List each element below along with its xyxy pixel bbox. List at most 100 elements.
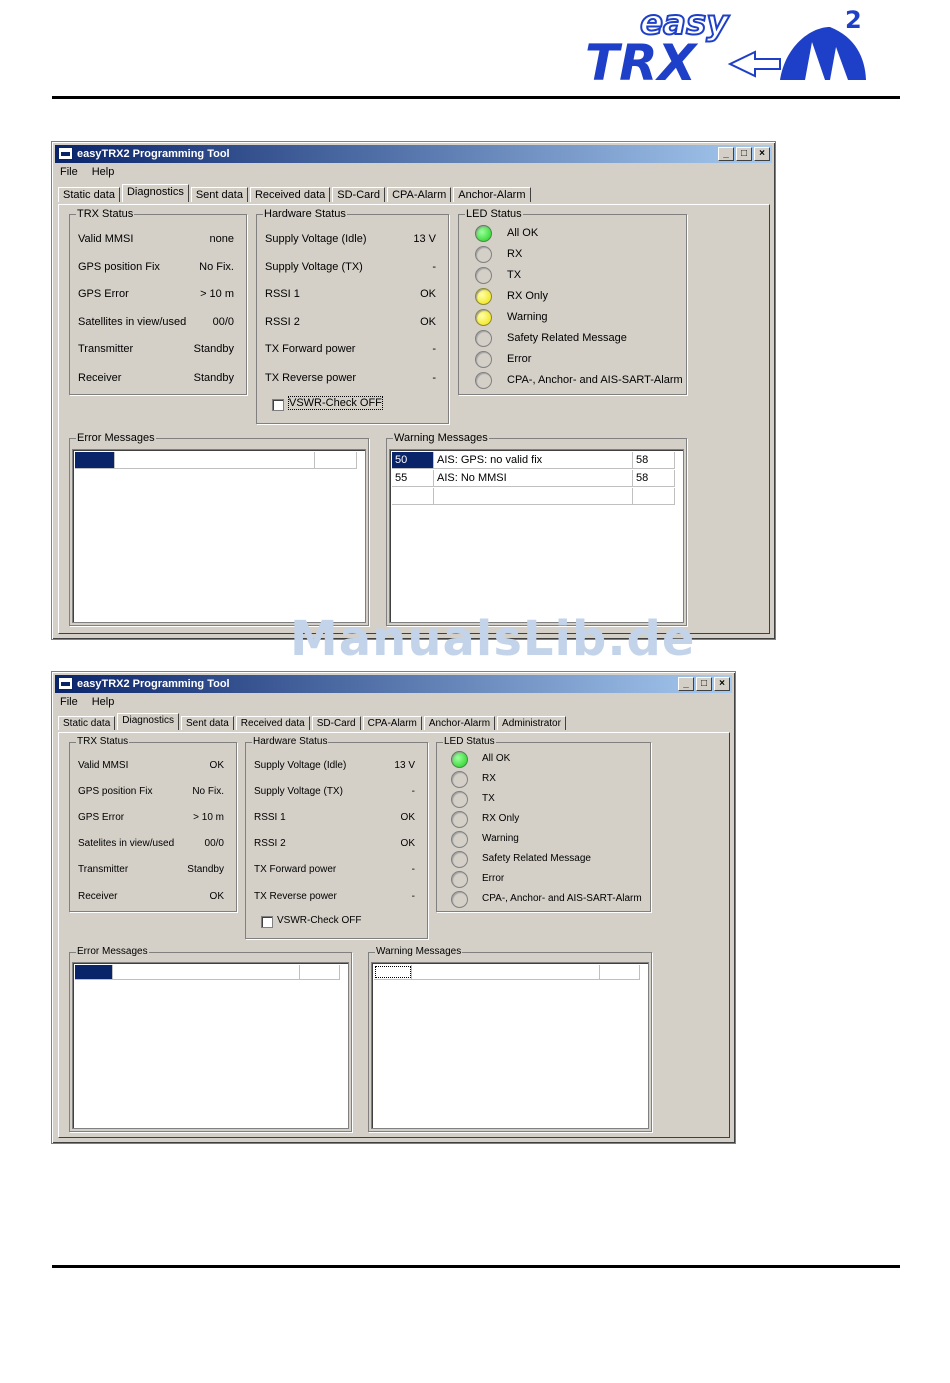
minimize-icon[interactable]: _: [678, 677, 694, 691]
list-item[interactable]: 55 AIS: No MMSI 58: [392, 470, 675, 487]
hw-row: RSSI 1 OK: [265, 288, 436, 300]
trx-label: Receiver: [78, 891, 118, 902]
error-messages-title: Error Messages: [76, 946, 149, 958]
hw-label: RSSI 1: [254, 812, 286, 823]
hw-label: RSSI 1: [265, 288, 300, 300]
tab-cpa-alarm[interactable]: CPA-Alarm: [362, 716, 422, 730]
close-icon[interactable]: ×: [714, 677, 730, 691]
tab-received-data[interactable]: Received data: [235, 716, 310, 730]
tab-anchor-alarm[interactable]: Anchor-Alarm: [423, 716, 496, 730]
error-messages-list[interactable]: [72, 962, 349, 1129]
hardware-status-group: Hardware Status Supply Voltage (Idle) 13 …: [245, 736, 428, 939]
hw-label: Supply Voltage (Idle): [265, 233, 367, 245]
led-warning-icon: [475, 309, 492, 326]
led-tx-icon: [451, 791, 468, 808]
watermark: ManualsLib.de: [290, 611, 696, 667]
hw-value: -: [432, 343, 436, 355]
list-item[interactable]: [374, 965, 640, 980]
trx-row: Satelites in view/used 00/0: [78, 838, 224, 849]
led-all-ok-icon: [475, 225, 492, 242]
tab-sent-data[interactable]: Sent data: [190, 187, 248, 202]
led-label: RX: [482, 773, 496, 784]
list-item[interactable]: 50 AIS: GPS: no valid fix 58: [392, 452, 675, 469]
tab-strip: Static data Diagnostics Sent data Receiv…: [58, 713, 568, 730]
tab-cpa-alarm[interactable]: CPA-Alarm: [387, 187, 452, 202]
tab-sent-data[interactable]: Sent data: [180, 716, 234, 730]
maximize-icon[interactable]: □: [696, 677, 712, 691]
app-icon: [58, 147, 73, 160]
vswr-check-label: VSWR-Check OFF: [277, 915, 362, 926]
trx-row: Valid MMSI OK: [78, 760, 224, 771]
led-label: Error: [507, 353, 532, 365]
warning-text: AIS: No MMSI: [434, 470, 633, 486]
trx-value: No Fix.: [192, 786, 224, 797]
close-icon[interactable]: ×: [754, 147, 770, 161]
trx-row: Transmitter Standby: [78, 343, 234, 355]
warning-num: 58: [633, 470, 675, 486]
hw-value: 13 V: [413, 233, 436, 245]
list-item[interactable]: [75, 965, 340, 980]
tab-diagnostics[interactable]: Diagnostics: [121, 184, 189, 202]
window-title-bar[interactable]: easyTRX2 Programming Tool _ □ ×: [55, 675, 732, 693]
list-item[interactable]: [392, 488, 675, 505]
hw-value: OK: [400, 838, 415, 849]
tab-static-data[interactable]: Static data: [58, 187, 120, 202]
app-icon: [58, 677, 73, 690]
tab-diagnostics[interactable]: Diagnostics: [117, 713, 179, 730]
led-tx-icon: [475, 267, 492, 284]
led-label: CPA-, Anchor- and AIS-SART-Alarm: [482, 893, 642, 904]
list-item[interactable]: [75, 452, 357, 469]
hw-label: RSSI 2: [265, 316, 300, 328]
hw-value: OK: [420, 316, 436, 328]
led-rx-only-icon: [451, 811, 468, 828]
warning-code: 50: [392, 452, 434, 468]
vswr-check-checkbox[interactable]: [261, 916, 273, 928]
tab-received-data[interactable]: Received data: [249, 187, 331, 202]
hw-label: TX Reverse power: [265, 372, 357, 384]
led-status-title: LED Status: [443, 736, 496, 748]
hw-row: RSSI 1 OK: [254, 812, 415, 823]
error-messages-list[interactable]: [72, 449, 366, 623]
menu-file[interactable]: File: [60, 166, 78, 178]
warning-text: AIS: GPS: no valid fix: [434, 452, 633, 468]
trx-value: OK: [209, 891, 224, 902]
hw-row: Supply Voltage (TX) -: [254, 786, 415, 797]
led-label: TX: [482, 793, 495, 804]
led-error-icon: [475, 351, 492, 368]
trx-label: Receiver: [78, 372, 122, 384]
trx-status-group: TRX Status Valid MMSI none GPS position F…: [69, 208, 247, 395]
hw-label: RSSI 2: [254, 838, 286, 849]
trx-label: Transmitter: [78, 343, 134, 355]
error-messages-group: Error Messages: [69, 946, 352, 1132]
led-label: Warning: [482, 833, 519, 844]
menu-help[interactable]: Help: [92, 696, 115, 708]
warning-messages-list[interactable]: [371, 962, 649, 1129]
maximize-icon[interactable]: □: [736, 147, 752, 161]
trx-label: GPS position Fix: [78, 261, 160, 273]
app-window-1: easyTRX2 Programming Tool _ □ × File Hel…: [51, 141, 776, 640]
tab-sd-card[interactable]: SD-Card: [332, 187, 386, 202]
menu-help[interactable]: Help: [92, 166, 115, 178]
trx-row: Valid MMSI none: [78, 233, 234, 245]
window-title: easyTRX2 Programming Tool: [77, 678, 230, 690]
hw-value: -: [411, 864, 415, 875]
tab-administrator[interactable]: Administrator: [497, 716, 566, 730]
tab-static-data[interactable]: Static data: [58, 716, 116, 730]
warning-messages-list[interactable]: 50 AIS: GPS: no valid fix 58 55 AIS: No …: [389, 449, 684, 623]
hw-value: -: [411, 891, 415, 902]
tab-sd-card[interactable]: SD-Card: [311, 716, 361, 730]
menu-file[interactable]: File: [60, 696, 78, 708]
led-label: All OK: [507, 227, 539, 239]
hardware-status-group: Hardware Status Supply Voltage (Idle) 13 …: [256, 208, 449, 424]
led-label: CPA-, Anchor- and AIS-SART-Alarm: [507, 374, 683, 386]
minimize-icon[interactable]: _: [718, 147, 734, 161]
hw-row: Supply Voltage (TX) -: [265, 261, 436, 273]
window-title-bar[interactable]: easyTRX2 Programming Tool _ □ ×: [55, 145, 772, 163]
hardware-status-title: Hardware Status: [263, 208, 347, 220]
vswr-check-checkbox[interactable]: [272, 399, 284, 411]
hw-value: -: [411, 786, 415, 797]
hw-value: 13 V: [394, 760, 415, 771]
tab-anchor-alarm[interactable]: Anchor-Alarm: [453, 187, 531, 202]
menu-bar: File Help: [60, 166, 114, 178]
led-alarm-icon: [475, 372, 492, 389]
